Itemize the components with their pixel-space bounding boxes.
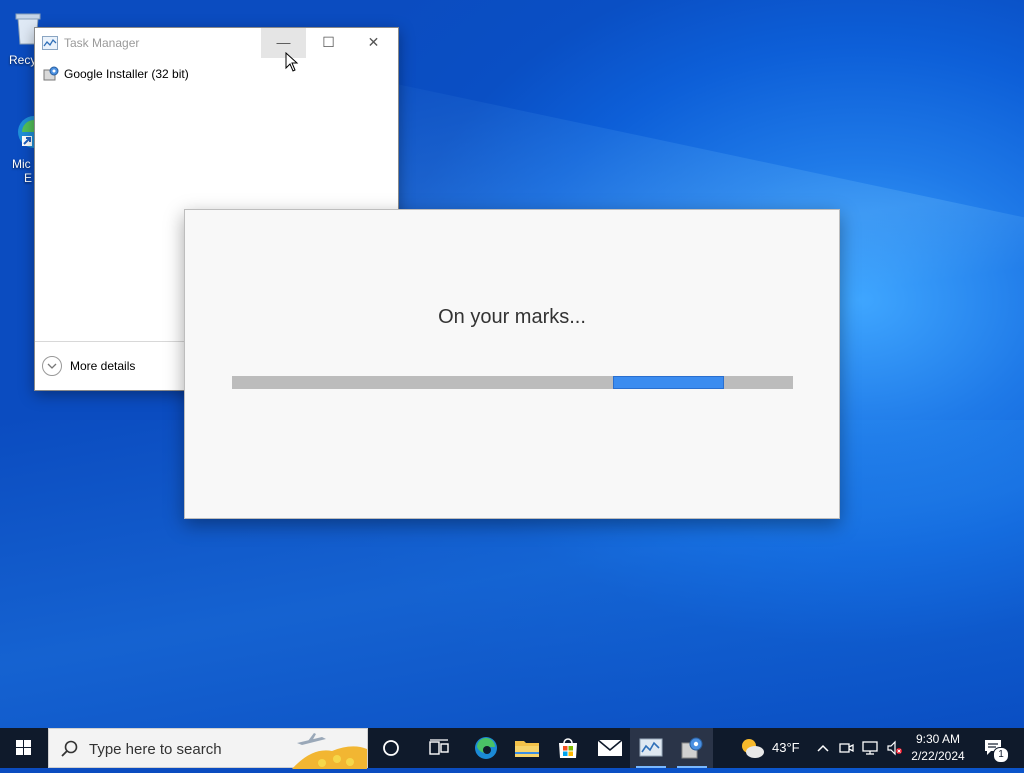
taskbar-task-manager[interactable] — [630, 728, 672, 768]
start-button[interactable] — [0, 728, 48, 768]
minimize-button[interactable]: — — [261, 28, 306, 58]
network-icon[interactable] — [862, 740, 878, 756]
maximize-button[interactable]: ☐ — [306, 28, 351, 58]
task-manager-icon — [42, 36, 58, 50]
file-explorer-icon — [515, 741, 539, 757]
store-icon — [559, 738, 577, 758]
progress-indicator — [613, 376, 724, 389]
clock-time: 9:30 AM — [915, 732, 961, 746]
more-details-button[interactable]: More details — [42, 356, 135, 376]
search-highlight-art — [292, 733, 367, 769]
close-button[interactable]: ✕ — [351, 28, 396, 58]
process-row[interactable]: Google Installer (32 bit) — [43, 64, 189, 84]
meet-now-icon[interactable] — [838, 740, 854, 756]
mouse-cursor-icon — [285, 52, 299, 72]
taskbar-mail[interactable] — [589, 728, 631, 768]
installer-icon — [681, 737, 703, 759]
weather-widget[interactable]: 43°F — [736, 728, 806, 768]
more-details-label: More details — [70, 359, 136, 373]
taskbar-edge[interactable] — [465, 728, 507, 768]
weather-temperature: 43°F — [772, 740, 800, 755]
edge-icon — [475, 737, 497, 759]
partly-cloudy-icon — [742, 739, 764, 758]
chevron-down-icon — [42, 356, 62, 376]
search-placeholder: Type here to search — [89, 741, 222, 758]
taskbar-file-explorer[interactable] — [506, 728, 548, 768]
mail-icon — [597, 739, 623, 756]
clock[interactable]: 9:30 AM 2/22/2024 — [906, 731, 970, 765]
installer-window: On your marks... — [184, 209, 840, 519]
progress-bar — [232, 376, 793, 389]
cortana-button[interactable] — [370, 728, 412, 768]
chevron-up-icon[interactable] — [815, 740, 831, 756]
notification-badge: 1 — [993, 747, 1009, 763]
task-view-icon — [429, 739, 449, 755]
task-view-button[interactable] — [418, 728, 460, 768]
task-manager-titlebar[interactable]: Task Manager — ☐ ✕ — [35, 28, 398, 58]
cortana-icon — [383, 740, 399, 756]
volume-muted-icon[interactable] — [886, 740, 902, 756]
search-box[interactable]: Type here to search — [48, 728, 368, 769]
clock-date: 2/22/2024 — [911, 749, 965, 763]
windows-logo-icon — [16, 740, 31, 755]
process-name: Google Installer (32 bit) — [64, 67, 189, 81]
installer-icon — [43, 66, 59, 81]
task-manager-icon — [639, 738, 663, 757]
taskbar: Type here to search 43°F 9:30 AM 2/22/20… — [0, 728, 1024, 769]
installer-status-text: On your marks... — [438, 306, 586, 328]
action-center-button[interactable]: 1 — [980, 728, 1024, 768]
taskbar-store[interactable] — [547, 728, 589, 768]
window-title: Task Manager — [64, 36, 140, 50]
search-icon — [61, 740, 78, 757]
taskbar-installer[interactable] — [671, 728, 713, 768]
